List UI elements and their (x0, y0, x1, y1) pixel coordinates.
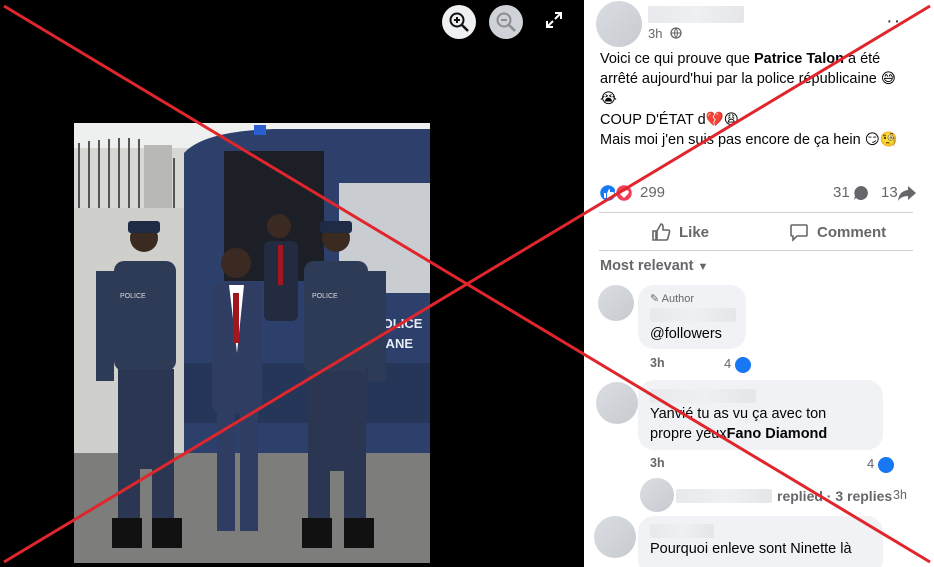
post-panel: 3h ··· Voici ce qui prouve que Patrice T… (584, 0, 934, 567)
comment-label: Comment (817, 223, 887, 241)
photo-scene: POLICE LIANE POLICE POLICE (74, 123, 430, 563)
comment-like-count[interactable]: 4 (724, 356, 751, 373)
post-author-avatar[interactable] (596, 1, 642, 47)
comment-text-line-1: Yanvié tu as vu ça avec ton (650, 406, 827, 422)
comment-avatar[interactable] (598, 285, 634, 321)
reply-avatar[interactable] (640, 478, 674, 512)
comment-time[interactable]: 3h (650, 356, 665, 370)
comment-icon (790, 224, 808, 242)
post-time[interactable]: 3h (648, 26, 662, 41)
like-badge-icon (734, 356, 751, 373)
share-icon (898, 186, 916, 201)
photo-viewer: POLICE LIANE POLICE POLICE (0, 0, 584, 567)
comment-text-line-2: propre yeuxFano Diamond (650, 426, 828, 442)
zoom-in-button[interactable] (442, 5, 476, 39)
fullscreen-button[interactable] (539, 5, 569, 35)
badge-text-left: POLICE (120, 293, 146, 300)
post-text-line-2: arrêté aujourd'hui par la police républi… (600, 71, 896, 87)
sort-label: Most relevant (600, 258, 694, 274)
like-badge-icon (877, 456, 894, 473)
comment-time[interactable]: 3h (650, 456, 665, 470)
post-text-line-1: Voici ce qui prouve que Patrice Talon a … (600, 51, 881, 67)
comment-author-redacted[interactable] (650, 389, 756, 403)
reply-author-redacted[interactable] (676, 489, 772, 503)
comment-avatar[interactable] (596, 382, 638, 424)
post-text-line-4: COUP D'ÉTAT d💔😩 (600, 112, 739, 128)
globe-icon (670, 27, 682, 39)
divider (599, 212, 913, 213)
caret-down-icon: ▼ (697, 261, 709, 273)
reactions-summary[interactable] (598, 183, 639, 203)
comment-author-redacted[interactable] (650, 524, 714, 538)
zoom-in-icon (449, 12, 469, 32)
view-replies-link[interactable]: replied · 3 replies (777, 488, 892, 504)
post-photo[interactable]: POLICE LIANE POLICE POLICE (74, 123, 430, 563)
sort-comments-dropdown[interactable]: Most relevant ▼ (600, 258, 708, 274)
comment-text: @followers (650, 326, 722, 342)
more-options-icon[interactable]: ··· (886, 10, 909, 33)
reaction-count[interactable]: 299 (640, 184, 665, 201)
comment-author-redacted[interactable] (650, 308, 736, 322)
post-text-line-3: 😭 (600, 91, 617, 107)
post-text-line-5: Mais moi j'en suis pas encore de ça hein… (600, 132, 898, 148)
comment-count[interactable]: 31 (833, 184, 850, 201)
pencil-icon: ✎ (650, 293, 660, 305)
badge-text-right: POLICE (312, 293, 338, 300)
like-button[interactable]: Like (651, 222, 709, 242)
comment-text: Pourquoi enleve sont Ninette là (650, 541, 852, 557)
divider (599, 250, 913, 251)
comment-button[interactable]: Comment (789, 222, 886, 242)
expand-icon (546, 12, 562, 28)
zoom-out-icon (496, 12, 516, 32)
author-badge: ✎ Author (650, 293, 695, 305)
comment-count-icon (854, 186, 868, 200)
like-label: Like (679, 223, 710, 241)
post-author-name-redacted[interactable] (648, 6, 744, 23)
comment-avatar[interactable] (594, 516, 636, 558)
zoom-out-button[interactable] (489, 5, 523, 39)
reply-time: 3h (893, 488, 907, 502)
like-love-reaction-icon (598, 183, 634, 203)
mentioned-user[interactable]: Fano Diamond (727, 426, 828, 442)
comment-like-count[interactable]: 4 (867, 456, 894, 473)
thumbs-up-icon (652, 223, 671, 241)
share-count[interactable]: 13 (881, 184, 898, 201)
